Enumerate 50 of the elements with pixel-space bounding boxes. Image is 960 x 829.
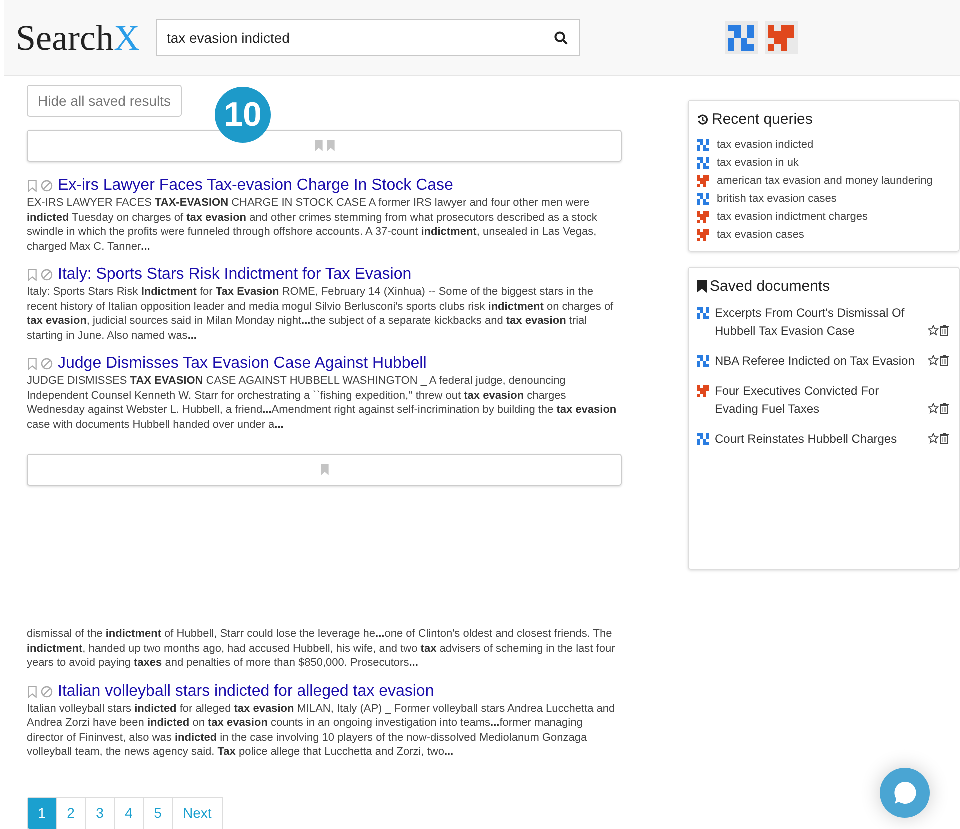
block-icon[interactable] — [41, 358, 53, 370]
query-link[interactable]: tax evasion cases — [717, 228, 804, 242]
saved-document-link[interactable]: Court Reinstates Hubbell Charges — [715, 430, 898, 448]
star-icon[interactable] — [928, 355, 939, 366]
trash-icon[interactable] — [940, 355, 949, 366]
result-title-link[interactable]: Italian volleyball stars indicted for alleged tax evasion — [58, 682, 434, 702]
count-badge: 10 — [215, 87, 271, 143]
result-title-link[interactable]: Italy: Sports Stars Risk Indictment for Tax Evasion — [58, 265, 412, 285]
result-title-link[interactable]: Judge Dismisses Tax Evasion Case Against Hubbell — [58, 354, 427, 374]
bookmark-icon — [314, 140, 324, 152]
bookmark-icon — [320, 464, 330, 476]
search-field[interactable]: tax evasion indicted — [156, 19, 580, 56]
result-snippet: EX-IRS LAWYER FACES TAX-EVASION CHARGE IN STOCK CASE A former IRS lawyer and four other men were indicted Tuesday on charges of tax evasion and other crimes stemming from what prosecutors described as a stock swindle in which the profits were funneled through offshore accounts. A 37-count indictment, unsealed in Las Vegas, charged Max C. Tanner... — [27, 196, 598, 254]
chat-button[interactable] — [880, 768, 930, 818]
hide-saved-button[interactable]: Hide all saved results — [27, 85, 182, 117]
history-icon — [697, 114, 709, 126]
saved-document-link[interactable]: Excerpts From Court's Dismissal Of Hubbell Tax Evasion Case — [715, 304, 924, 340]
block-icon[interactable] — [41, 686, 53, 698]
result-snippet: Italy: Sports Stars Risk Indictment for Tax Evasion ROME, February 14 (Xinhua) -- Some of the biggest stars in the recent history of Italian opposition leader and media mogul Silvio Berlusconi's sports clubs risk indictment on charges of tax evasion, judicial sources said in Milan Monday night...the subject of a separate kickbacks and tax evasion trial starting in June. Also named was... — [27, 285, 615, 343]
result-snippet: dismissal of the indictment of Hubbell, Starr could lose the leverage he...one of Clinton's oldest and closest friends. The indictment, handed up two months ago, had accused Hubbell, his wife, and two tax advisers of scheming in the last four years to avoid paying taxes and penalties of more than $850,000. Prosecutors... — [27, 627, 616, 670]
result-title-link[interactable]: Ex-irs Lawyer Faces Tax-evasion Charge In Stock Case — [58, 176, 454, 196]
saved-document-link[interactable]: NBA Referee Indicted on Tax Evasion — [715, 352, 915, 370]
search-icon[interactable] — [554, 31, 568, 45]
star-icon[interactable] — [928, 433, 939, 444]
panel-title: Saved documents — [710, 276, 830, 296]
query-link[interactable]: tax evasion indictment charges — [717, 210, 868, 224]
bookmark-icon — [326, 140, 336, 152]
trash-icon[interactable] — [940, 403, 949, 414]
collapsed-results-bar[interactable] — [27, 130, 622, 162]
trash-icon[interactable] — [940, 325, 949, 336]
block-icon[interactable] — [41, 269, 53, 281]
result-snippet: Italian volleyball stars indicted for alleged tax evasion MILAN, Italy (AP) _ Former volleyball stars Andrea Lucchetta and Andrea Zorzi have been indicted on tax evasion counts in an ongoing investigation into teams...former managing director of Fininvest, also was indicted in the case involving 10 players of the now-dissolved Mediolanum Gonzaga volleyball team, the news agency said. Tax police allege that Lucchetta and Zorzi, two... — [27, 702, 616, 760]
bookmark-icon[interactable] — [27, 358, 38, 370]
query-link[interactable]: tax evasion in uk — [717, 156, 799, 170]
saved-document-link[interactable]: Four Executives Convicted For Evading Fuel Taxes — [715, 382, 924, 418]
query-link[interactable]: american tax evasion and money laundering — [717, 174, 933, 188]
query-link[interactable]: british tax evasion cases — [717, 192, 837, 206]
bookmark-icon — [697, 280, 707, 294]
panel-title: Recent queries — [712, 110, 813, 130]
searchx-logo[interactable]: SearchX — [16, 20, 140, 56]
chat-bubble-icon — [892, 780, 918, 806]
bookmark-icon[interactable] — [27, 686, 38, 698]
bookmark-icon[interactable] — [27, 269, 38, 281]
star-icon[interactable] — [928, 325, 939, 336]
result-snippet: JUDGE DISMISSES TAX EVASION CASE AGAINST HUBBELL WASHINGTON _ A federal judge, denouncing Independent Counsel Kenneth W. Starr for orchestrating a ``fishing expedition,'' threw out tax evasion charges Wednesday against Webster L. Hubbell, a friend...Amendment right against self-incrimination by building the tax evasion case with documents Hubbell handed over under a... — [27, 374, 618, 432]
query-link[interactable]: tax evasion indicted — [717, 138, 814, 152]
trash-icon[interactable] — [940, 433, 949, 444]
bookmark-icon[interactable] — [27, 180, 38, 192]
block-icon[interactable] — [41, 180, 53, 192]
star-icon[interactable] — [928, 403, 939, 414]
